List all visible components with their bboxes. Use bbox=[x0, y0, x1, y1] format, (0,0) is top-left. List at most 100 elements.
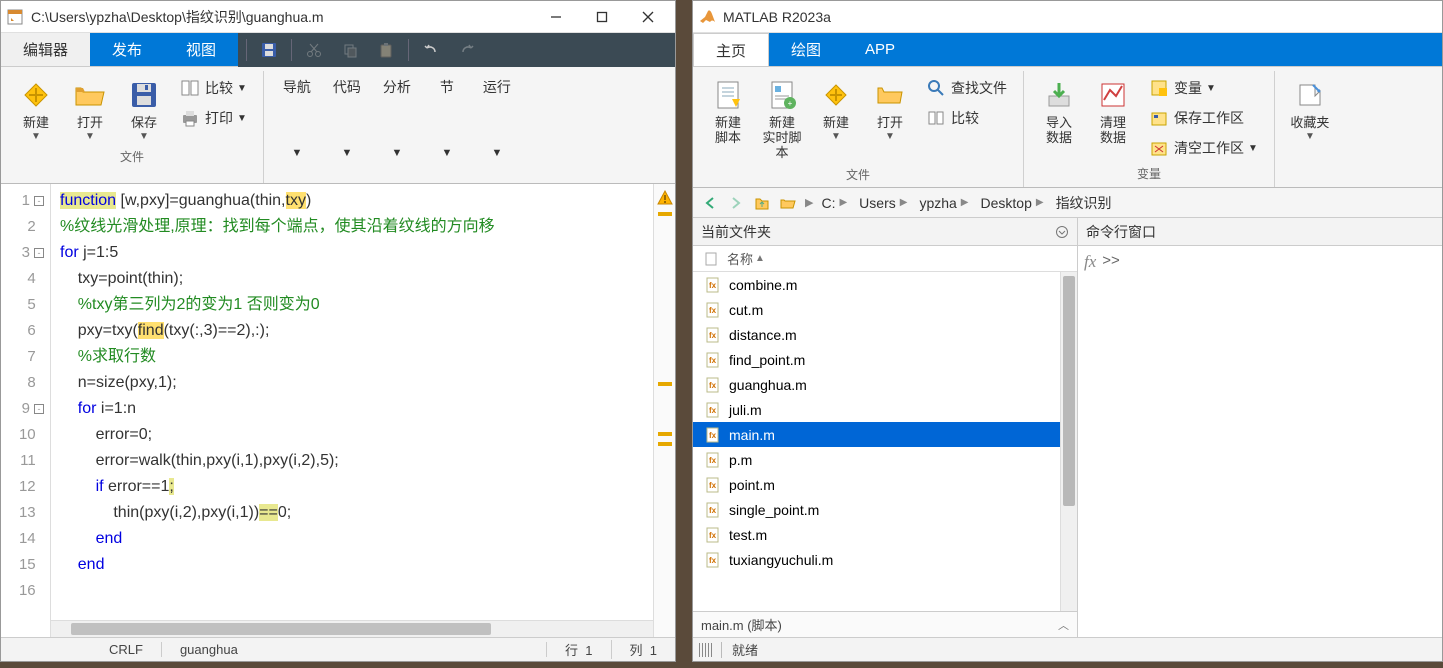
file-list[interactable]: fxcombine.mfxcut.mfxdistance.mfxfind_poi… bbox=[693, 272, 1060, 611]
save-icon[interactable] bbox=[253, 36, 285, 64]
save-workspace-button[interactable]: 保存工作区 bbox=[1140, 103, 1266, 133]
h-scrollbar[interactable] bbox=[71, 623, 491, 635]
panel-menu-icon[interactable] bbox=[1055, 225, 1069, 239]
file-item[interactable]: fxpoint.m bbox=[693, 472, 1060, 497]
code-button[interactable]: 代码▼ bbox=[322, 73, 372, 163]
editor-ribbon: 新建▼ 打开▼ 保存▼ 比较 ▼ 打印 ▼ bbox=[1, 67, 675, 184]
new-script-button[interactable]: 新建 脚本 bbox=[701, 73, 755, 149]
matlab-new-button[interactable]: 新建▼ bbox=[809, 73, 863, 146]
tab-view[interactable]: 视图 bbox=[164, 33, 238, 66]
fold-toggle[interactable]: - bbox=[34, 248, 44, 258]
editor-status-bar: CRLF guanghua 行 1 列 1 bbox=[1, 637, 675, 661]
mfile-icon: fx bbox=[703, 276, 723, 294]
section-button[interactable]: 节▼ bbox=[422, 73, 472, 163]
find-files-button[interactable]: 查找文件 bbox=[917, 73, 1015, 103]
current-folder-header: 当前文件夹 bbox=[693, 218, 1077, 246]
matlab-body: 当前文件夹 名称▲ fxcombine.mfxcut.mfxdistance.m… bbox=[693, 218, 1442, 637]
minimize-button[interactable] bbox=[533, 2, 579, 32]
file-item[interactable]: fxcombine.m bbox=[693, 272, 1060, 297]
up-folder-button[interactable] bbox=[749, 191, 775, 215]
matlab-ribbon: 新建 脚本 + 新建 实时脚本 新建▼ 打开▼ 查找文件 bbox=[693, 67, 1442, 188]
matlab-open-button[interactable]: 打开▼ bbox=[863, 73, 917, 146]
expand-icon[interactable]: ︿ bbox=[1058, 617, 1069, 633]
file-item[interactable]: fxfind_point.m bbox=[693, 347, 1060, 372]
back-button[interactable] bbox=[697, 191, 723, 215]
mfile-icon: fx bbox=[703, 376, 723, 394]
quick-access-toolbar bbox=[238, 33, 675, 67]
variable-button[interactable]: 变量▼ bbox=[1140, 73, 1266, 103]
tab-plots[interactable]: 绘图 bbox=[769, 33, 843, 66]
paste-icon[interactable] bbox=[370, 36, 402, 64]
redo-icon[interactable] bbox=[451, 36, 483, 64]
file-item[interactable]: fxp.m bbox=[693, 447, 1060, 472]
svg-text:fx: fx bbox=[709, 431, 717, 440]
address-bar: ▶ C:▶ Users▶ ypzha▶ Desktop▶ 指纹识别 bbox=[693, 188, 1442, 218]
warning-icon bbox=[657, 190, 673, 206]
file-item[interactable]: fxtuxiangyuchuli.m bbox=[693, 547, 1060, 572]
mfile-icon: fx bbox=[703, 551, 723, 569]
prompt: >> bbox=[1102, 252, 1120, 269]
save-button[interactable]: 保存▼ bbox=[117, 73, 171, 146]
file-item[interactable]: fxmain.m bbox=[693, 422, 1060, 447]
tab-apps[interactable]: APP bbox=[843, 33, 917, 66]
function-cell: guanghua bbox=[162, 642, 547, 657]
mfile-icon: fx bbox=[703, 326, 723, 344]
file-item[interactable]: fxjuli.m bbox=[693, 397, 1060, 422]
import-data-button[interactable]: 导入 数据 bbox=[1032, 73, 1086, 149]
svg-text:fx: fx bbox=[709, 381, 717, 390]
open-button[interactable]: 打开▼ bbox=[63, 73, 117, 146]
crumb-folder[interactable]: 指纹识别 bbox=[1052, 193, 1116, 213]
matlab-tabstrip: 主页 绘图 APP bbox=[693, 33, 1442, 67]
forward-button[interactable] bbox=[723, 191, 749, 215]
file-item[interactable]: fxguanghua.m bbox=[693, 372, 1060, 397]
editor-title-bar: C:\Users\ypzha\Desktop\指纹识别\guanghua.m bbox=[1, 1, 675, 33]
mfile-icon: fx bbox=[703, 351, 723, 369]
fold-toggle[interactable]: - bbox=[34, 404, 44, 414]
mfile-icon: fx bbox=[703, 526, 723, 544]
mfile-icon: fx bbox=[703, 426, 723, 444]
file-item[interactable]: fxdistance.m bbox=[693, 322, 1060, 347]
svg-text:fx: fx bbox=[709, 331, 717, 340]
fold-toggle[interactable]: - bbox=[34, 196, 44, 206]
matlab-status-bar: 就绪 bbox=[693, 637, 1442, 661]
clean-data-button[interactable]: 清理 数据 bbox=[1086, 73, 1140, 149]
matlab-title: MATLAB R2023a bbox=[723, 9, 1438, 25]
v-scrollbar[interactable] bbox=[1060, 272, 1077, 611]
editor-tabstrip: 编辑器 发布 视图 bbox=[1, 33, 675, 67]
name-column-header[interactable]: 名称▲ bbox=[693, 246, 1077, 272]
crumb-user[interactable]: ypzha▶ bbox=[915, 195, 976, 211]
file-item[interactable]: fxsingle_point.m bbox=[693, 497, 1060, 522]
crumb-desktop[interactable]: Desktop▶ bbox=[977, 195, 1052, 211]
close-button[interactable] bbox=[625, 2, 671, 32]
new-live-script-button[interactable]: + 新建 实时脚本 bbox=[755, 73, 809, 164]
file-group-label: 文件 bbox=[701, 164, 1015, 187]
undo-icon[interactable] bbox=[415, 36, 447, 64]
file-item[interactable]: fxtest.m bbox=[693, 522, 1060, 547]
maximize-button[interactable] bbox=[579, 2, 625, 32]
encoding-cell: CRLF bbox=[91, 642, 162, 657]
copy-icon[interactable] bbox=[334, 36, 366, 64]
crumb-drive[interactable]: C:▶ bbox=[817, 195, 855, 211]
new-button[interactable]: 新建▼ bbox=[9, 73, 63, 146]
run-button[interactable]: 运行▼ bbox=[472, 73, 522, 163]
print-button[interactable]: 打印 ▼ bbox=[171, 103, 255, 133]
compare-button[interactable]: 比较 ▼ bbox=[171, 73, 255, 103]
matlab-compare-button[interactable]: 比较 bbox=[917, 103, 1015, 133]
favorites-button[interactable]: 收藏夹▼ bbox=[1283, 73, 1337, 146]
command-window[interactable]: fx >> bbox=[1078, 246, 1442, 637]
command-window-header: 命令行窗口 bbox=[1078, 218, 1442, 246]
analyze-button[interactable]: 分析▼ bbox=[372, 73, 422, 163]
file-item[interactable]: fxcut.m bbox=[693, 297, 1060, 322]
tab-editor[interactable]: 编辑器 bbox=[1, 33, 90, 66]
tab-publish[interactable]: 发布 bbox=[90, 33, 164, 66]
cut-icon[interactable] bbox=[298, 36, 330, 64]
tab-home[interactable]: 主页 bbox=[693, 33, 769, 66]
browse-button[interactable] bbox=[775, 191, 801, 215]
crumb-users[interactable]: Users▶ bbox=[855, 195, 915, 211]
svg-text:fx: fx bbox=[709, 531, 717, 540]
code-area[interactable]: function [w,pxy]=guanghua(thin,txy) %纹线光… bbox=[51, 184, 653, 637]
nav-button[interactable]: 导航▼ bbox=[272, 73, 322, 163]
matlab-title-bar: MATLAB R2023a bbox=[693, 1, 1442, 33]
clear-workspace-button[interactable]: 清空工作区▼ bbox=[1140, 133, 1266, 163]
fx-icon: fx bbox=[1084, 252, 1096, 272]
